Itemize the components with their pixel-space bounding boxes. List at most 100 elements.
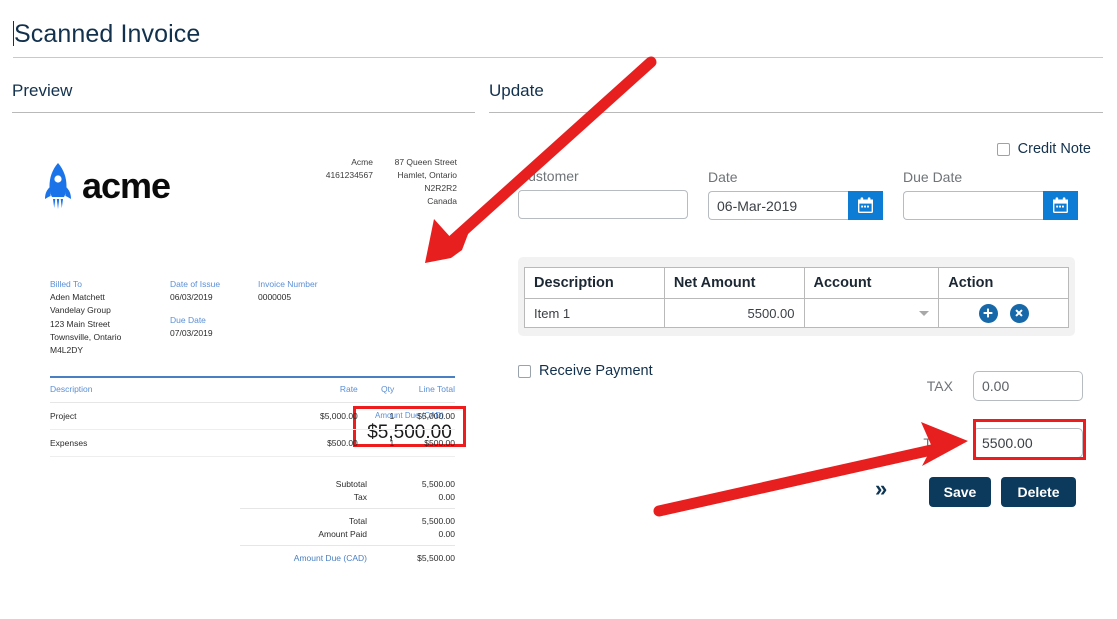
company-name: Acme (351, 157, 373, 167)
date-of-issue-label: Date of Issue (170, 279, 221, 289)
amount-paid-label: Amount Paid (318, 528, 367, 539)
column-header-description: Description (524, 267, 665, 299)
items-header-row: Description Net Amount Account Action (524, 267, 1069, 299)
column-header-qty: Qty (357, 378, 395, 403)
calendar-icon[interactable] (848, 191, 883, 220)
subtotal-value: 5,500.00 (421, 478, 455, 489)
customer-label: Customer (518, 168, 579, 184)
update-section-divider (489, 112, 1103, 113)
date-input[interactable]: 06-Mar-2019 (708, 191, 848, 220)
update-section-header: Update (489, 81, 544, 100)
preview-section-divider (12, 112, 475, 113)
line-qty: 1 (357, 402, 395, 430)
invoice-number-value: 0000005 (258, 292, 292, 303)
column-header-account: Account (803, 267, 940, 299)
line-rate: $500.00 (260, 429, 358, 457)
subtotal-label: Subtotal (335, 478, 367, 489)
table-row: Expenses $500.00 1 $500.00 (50, 429, 455, 457)
totals-row-amount-paid: Amount Paid 0.00 (240, 527, 455, 540)
delete-button[interactable]: Delete (1001, 477, 1076, 507)
totals-row-amount-due: Amount Due (CAD) $5,500.00 (240, 551, 455, 564)
company-address-line: Hamlet, Ontario (397, 169, 457, 180)
chevron-down-icon (919, 311, 930, 316)
receive-payment-checkbox-row[interactable]: Receive Payment (518, 363, 653, 379)
line-rate: $5,000.00 (260, 402, 358, 430)
double-chevron-right-icon[interactable]: » (875, 478, 887, 500)
date-of-issue-value: 06/03/2019 (170, 292, 213, 303)
add-icon[interactable] (978, 303, 998, 323)
column-header-line-total: Line Total (394, 378, 455, 403)
customer-input[interactable] (518, 190, 688, 219)
total-value: 5,500.00 (421, 515, 455, 526)
credit-note-checkbox[interactable] (996, 142, 1010, 156)
total-highlight-box (973, 419, 1086, 460)
company-address-line: 87 Queen Street (394, 157, 457, 167)
table-row: Project $5,000.00 1 $5,000.00 (50, 402, 455, 430)
tax-label: TAX (926, 378, 953, 394)
item-description-input[interactable]: Item 1 (524, 298, 665, 328)
due-date-input[interactable] (903, 191, 1043, 220)
date-of-issue-block: Date of Issue 06/03/2019 (170, 278, 270, 304)
invoice-totals-block: Subtotal 5,500.00 Tax 0.00 Total 5,500.0… (240, 472, 455, 569)
update-form: Credit Note Customer Date 06-Mar-2019 Du… (489, 128, 1103, 598)
billed-to-block: Billed To Aden Matchett Vandelay Group 1… (50, 278, 160, 357)
item-action-cell (938, 298, 1069, 328)
invoice-due-date-label: Due Date (170, 315, 206, 325)
items-table: Description Net Amount Account Action It… (524, 267, 1069, 328)
company-address-line: N2R2R2 (424, 182, 457, 193)
amount-due-total-label: Amount Due (CAD) (293, 552, 367, 563)
title-divider (13, 57, 1103, 58)
acme-logo: acme (45, 163, 171, 209)
billed-to-line: M4L2DY (50, 344, 84, 355)
column-header-action: Action (938, 267, 1069, 299)
company-phone: 4161234567 (325, 169, 373, 180)
billed-to-line: Vandelay Group (50, 305, 111, 316)
amount-due-total-value: $5,500.00 (417, 552, 455, 563)
totals-row-subtotal: Subtotal 5,500.00 (240, 477, 455, 490)
calendar-icon[interactable] (1043, 191, 1078, 220)
remove-icon[interactable] (1009, 303, 1029, 323)
save-button[interactable]: Save (929, 477, 991, 507)
due-date-field: Due Date (903, 169, 1078, 220)
invoice-due-date-block: Due Date 07/03/2019 (170, 314, 270, 340)
billed-to-line: Townsville, Ontario (50, 331, 122, 342)
customer-field: Customer (518, 168, 688, 219)
column-header-net-amount: Net Amount (663, 267, 805, 299)
tax-label: Tax (353, 491, 367, 502)
credit-note-label: Credit Note (1017, 141, 1091, 157)
preview-section-header: Preview (12, 81, 73, 100)
amount-paid-value: 0.00 (438, 528, 455, 539)
line-qty: 1 (357, 429, 395, 457)
item-net-amount-input[interactable]: 5500.00 (663, 298, 805, 328)
line-description: Project (50, 402, 261, 430)
line-total: $500.00 (394, 429, 455, 457)
invoice-number-label: Invoice Number (258, 279, 318, 289)
tax-input[interactable]: 0.00 (973, 371, 1083, 401)
totals-row-total: Total 5,500.00 (240, 514, 455, 527)
invoice-lines-table: Description Rate Qty Line Total Project … (50, 376, 455, 457)
billed-to-label: Billed To (50, 279, 82, 289)
invoice-preview: acme Acme 4161234567 87 Queen Street Ham… (12, 128, 475, 598)
billed-to-line: 123 Main Street (50, 318, 111, 329)
tax-field: TAX 0.00 (881, 371, 1083, 401)
line-total: $5,000.00 (394, 402, 455, 430)
credit-note-checkbox-row[interactable]: Credit Note (996, 141, 1091, 157)
acme-wordmark: acme (82, 165, 171, 206)
due-date-label: Due Date (903, 169, 963, 185)
company-address-line: Canada (427, 195, 457, 206)
line-description: Expenses (50, 429, 261, 457)
totals-row-tax: Tax 0.00 (240, 490, 455, 503)
item-account-select[interactable] (803, 298, 940, 328)
tax-value: 0.00 (438, 491, 455, 502)
date-field: Date 06-Mar-2019 (708, 169, 883, 220)
rocket-icon (45, 163, 71, 209)
receive-payment-checkbox[interactable] (518, 364, 531, 378)
total-label: Total (349, 515, 367, 526)
page-title: Scanned Invoice (14, 20, 201, 48)
table-row: Item 1 5500.00 (524, 298, 1069, 328)
column-header-rate: Rate (260, 378, 358, 403)
total-label: Total (923, 435, 953, 451)
invoice-lines-header-row: Description Rate Qty Line Total (50, 378, 455, 403)
invoice-company-block: Acme 4161234567 87 Queen Street Hamlet, … (307, 156, 457, 208)
receive-payment-label: Receive Payment (539, 363, 653, 379)
